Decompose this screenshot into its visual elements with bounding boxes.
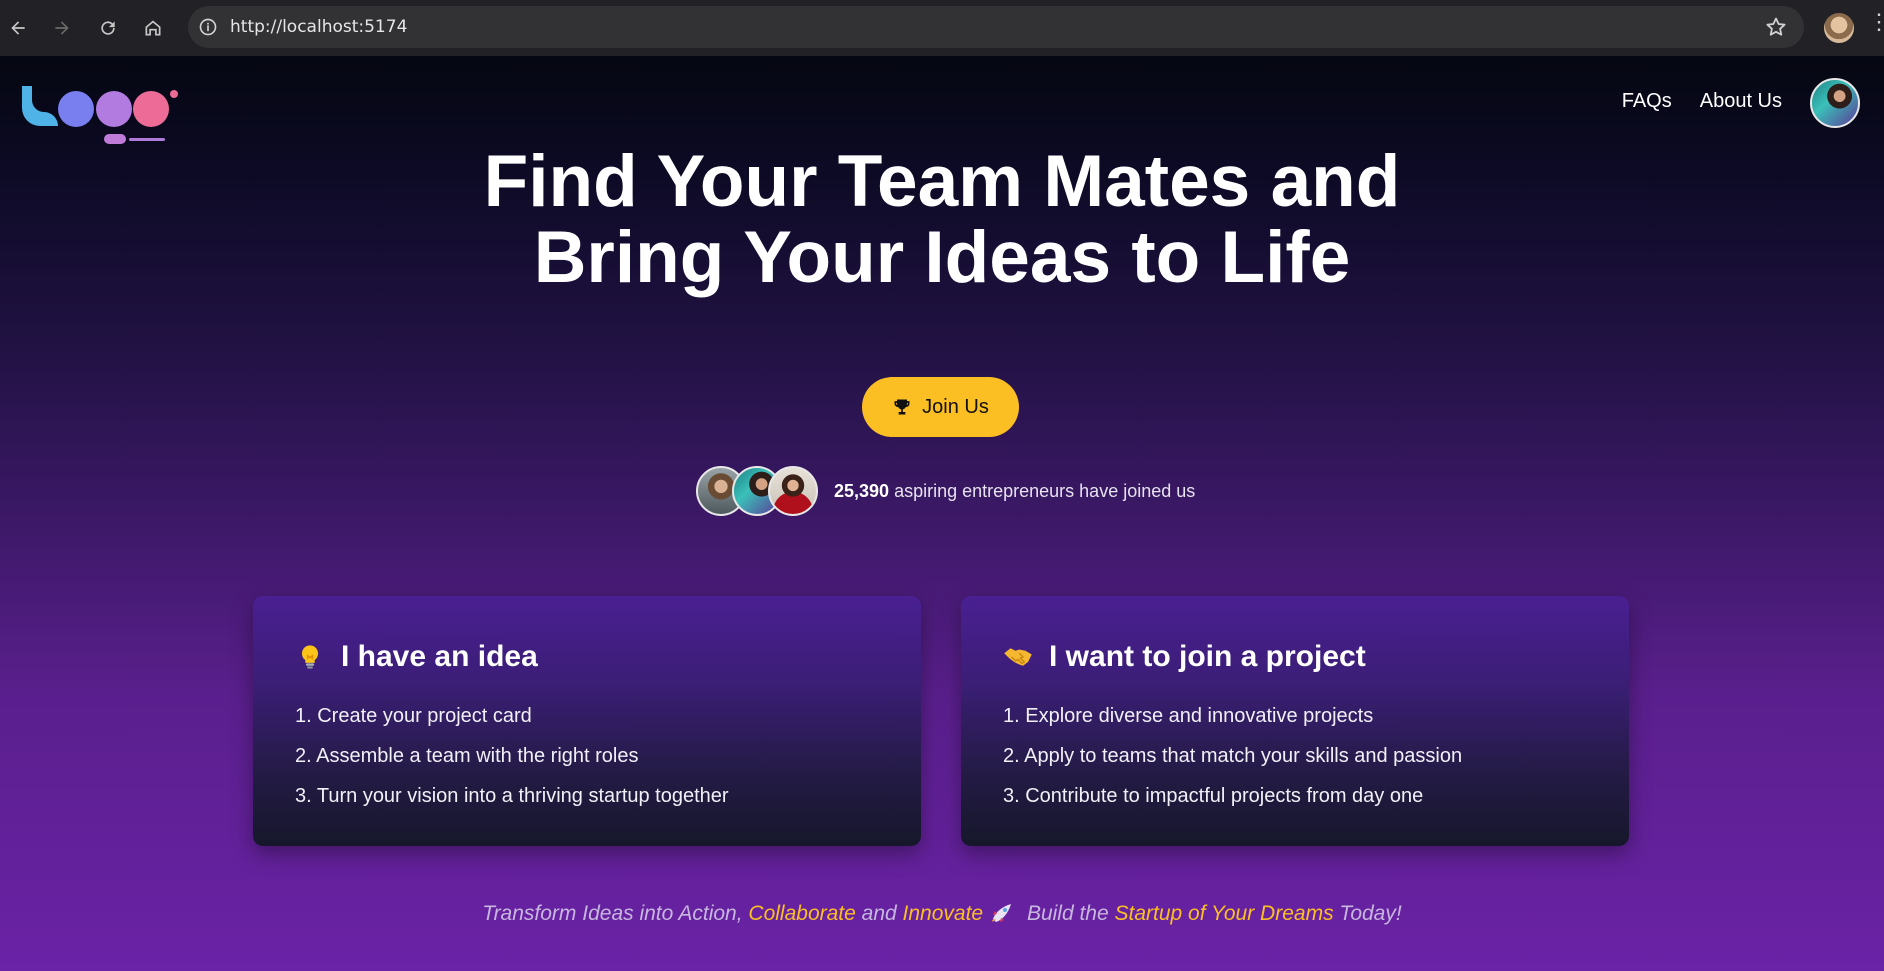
arrow-left-icon [11,21,25,35]
join-us-label: Join Us [922,395,989,418]
members-count-suffix: aspiring entrepreneurs have joined us [889,480,1196,501]
arrow-right-icon [55,21,69,35]
reload-icon [101,21,115,35]
nav-faqs-link[interactable]: FAQs [1622,90,1672,113]
idea-card[interactable]: I have an idea 1. Create your project ca… [253,596,921,846]
idea-card-title: I have an idea [295,640,538,674]
list-item: 2. Assemble a team with the right roles [295,745,639,767]
idea-steps-list: 1. Create your project card 2. Assemble … [295,696,729,816]
hero-title: Find Your Team Mates and Bring Your Idea… [0,144,1884,296]
idea-card-heading: I have an idea [341,640,538,673]
reload-button[interactable] [92,12,124,44]
join-us-button[interactable]: Join Us [862,377,1019,437]
members-count-text: 25,390 aspiring entrepreneurs have joine… [834,481,1195,502]
tagline: Transform Ideas into Action, Collaborate… [0,901,1884,926]
tagline-part: Today! [1333,902,1402,925]
list-item: 1. Explore diverse and innovative projec… [1003,705,1374,727]
rocket-icon [992,904,1012,922]
hero-title-line-1: Find Your Team Mates and [483,141,1401,222]
trophy-icon [894,399,910,415]
tagline-highlight: Startup of Your Dreams [1114,902,1334,925]
logo[interactable] [20,74,180,144]
member-avatar [768,466,818,516]
list-item: 3. Contribute to impactful projects from… [1003,785,1424,807]
join-steps-list: 1. Explore diverse and innovative projec… [1003,696,1462,816]
list-item: 1. Create your project card [295,705,532,727]
url-text[interactable]: http://localhost:5174 [230,17,407,37]
tagline-highlight: Collaborate [748,902,856,925]
back-button[interactable] [2,12,34,44]
tagline-part: and [855,902,903,925]
tagline-part: Transform Ideas into Action, [482,902,749,925]
join-project-card-heading: I want to join a project [1049,640,1366,673]
forward-button[interactable] [46,12,78,44]
handshake-icon [1003,642,1033,672]
tagline-highlight: Innovate [902,902,984,925]
browser-menu-icon[interactable]: ⋮ [1868,11,1884,40]
browser-toolbar: http://localhost:5174 ⋮ [0,0,1884,56]
bookmark-star-icon[interactable] [1764,15,1788,39]
nav-about-link[interactable]: About Us [1700,90,1782,113]
tagline-part: Build the [1021,902,1115,925]
home-icon [145,20,161,36]
social-proof: 25,390 aspiring entrepreneurs have joine… [696,466,1195,516]
join-project-card-title: I want to join a project [1003,640,1366,674]
join-project-card[interactable]: I want to join a project 1. Explore dive… [961,596,1629,846]
members-count: 25,390 [834,480,890,501]
landing-page: FAQs About Us Find Your Team Mates and B… [0,56,1884,971]
hero-title-line-2: Bring Your Ideas to Life [533,217,1351,298]
lightbulb-icon [295,642,325,672]
user-avatar[interactable] [1810,78,1860,128]
site-info-icon[interactable] [196,15,220,39]
home-button[interactable] [137,12,169,44]
list-item: 3. Turn your vision into a thriving star… [295,785,729,807]
address-bar[interactable]: http://localhost:5174 [188,6,1804,48]
list-item: 2. Apply to teams that match your skills… [1003,745,1463,767]
browser-profile-avatar[interactable] [1824,13,1854,43]
top-nav: FAQs About Us [1622,90,1782,113]
